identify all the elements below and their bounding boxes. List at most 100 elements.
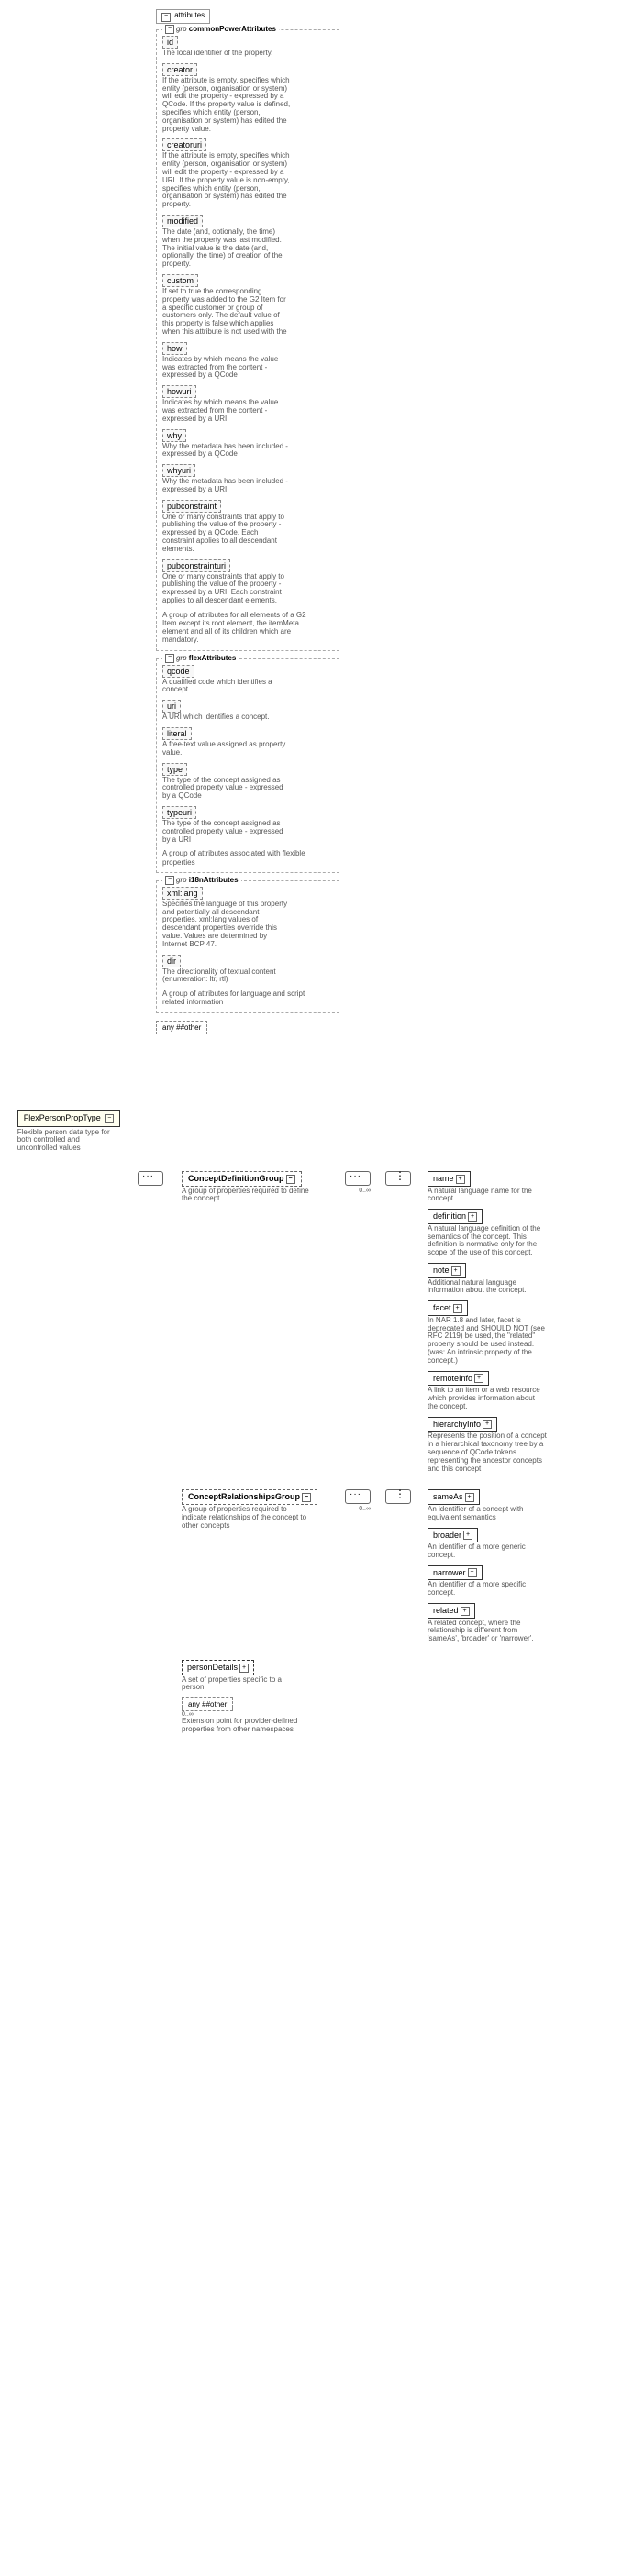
model-group-ref: ConceptRelationshipsGroup− <box>182 1489 317 1505</box>
group-prefix: grp <box>176 876 187 884</box>
attribute-item: idThe local identifier of the property. <box>162 36 333 58</box>
attribute-name: pubconstrainturi <box>162 559 230 572</box>
attribute-desc: The directionality of textual content (e… <box>162 968 291 985</box>
attribute-name: creatoruri <box>162 138 206 151</box>
element-name: note+ <box>428 1263 466 1278</box>
element-item: facet+In NAR 1.8 and later, facet is dep… <box>428 1300 547 1365</box>
model-group-desc: A group of properties required to indica… <box>182 1506 310 1530</box>
attribute-desc: The type of the concept assigned as cont… <box>162 820 291 844</box>
element-item: remoteInfo+A link to an item or a web re… <box>428 1371 547 1411</box>
expand-icon[interactable]: + <box>465 1493 474 1502</box>
attribute-desc: A free-text value assigned as property v… <box>162 741 291 757</box>
attribute-group: −grp i18nAttributesxml:langSpecifies the… <box>156 880 339 1013</box>
sequence-connector <box>345 1489 371 1504</box>
element-desc: In NAR 1.8 and later, facet is deprecate… <box>428 1317 547 1365</box>
element-name: definition+ <box>428 1209 483 1224</box>
expand-icon[interactable]: + <box>453 1304 462 1313</box>
expand-icon[interactable]: + <box>461 1607 470 1616</box>
group-prefix: grp <box>176 25 187 33</box>
model-group-ref: ConceptDefinitionGroup− <box>182 1171 302 1187</box>
group-footer: A group of attributes for language and s… <box>162 989 318 1006</box>
element-item: note+Additional natural language informa… <box>428 1263 547 1295</box>
expand-icon[interactable]: + <box>468 1568 477 1577</box>
expand-icon[interactable]: + <box>468 1212 477 1222</box>
attribute-item: howuriIndicates by which means the value… <box>162 385 333 423</box>
attribute-name: uri <box>162 700 181 713</box>
element-name: remoteInfo+ <box>428 1371 489 1387</box>
attribute-name: type <box>162 763 187 776</box>
attribute-name: howuri <box>162 385 196 398</box>
expand-icon[interactable]: + <box>474 1374 483 1383</box>
expand-icon[interactable]: − <box>286 1175 295 1184</box>
element-name: broader+ <box>428 1528 478 1543</box>
expand-icon[interactable]: − <box>105 1114 114 1123</box>
element-name: personDetails+ <box>182 1660 254 1675</box>
expand-icon[interactable]: + <box>483 1420 492 1429</box>
attribute-desc: The date (and, optionally, the time) whe… <box>162 228 291 269</box>
sequence-connector <box>345 1171 371 1186</box>
root-type-box: FlexPersonPropType − <box>17 1110 121 1127</box>
element-desc: A natural language name for the concept. <box>428 1188 547 1204</box>
root-type: FlexPersonPropType − Flexible person dat… <box>17 1110 121 1153</box>
attribute-item: modifiedThe date (and, optionally, the t… <box>162 215 333 269</box>
element-name: hierarchyInfo+ <box>428 1417 497 1432</box>
attribute-item: literalA free-text value assigned as pro… <box>162 727 333 757</box>
occurrence: 0..∞ <box>345 1188 371 1194</box>
occurrence: 0..∞ <box>345 1506 371 1512</box>
group-name: flexAttributes <box>189 654 237 662</box>
root-type-desc: Flexible person data type for both contr… <box>17 1129 118 1153</box>
attribute-desc: Why the metadata has been included - exp… <box>162 443 291 459</box>
expand-icon[interactable]: + <box>463 1531 472 1540</box>
element-item: related+A related concept, where the rel… <box>428 1603 547 1643</box>
attribute-item: howIndicates by which means the value wa… <box>162 342 333 380</box>
minus-icon: − <box>165 876 174 885</box>
minus-icon: − <box>161 13 171 22</box>
choice-connector <box>385 1171 411 1186</box>
element-name: facet+ <box>428 1300 468 1316</box>
attribute-name: whyuri <box>162 464 195 477</box>
minus-icon: − <box>165 654 174 663</box>
attribute-name: id <box>162 36 178 49</box>
attribute-item: creatorIf the attribute is empty, specif… <box>162 63 333 134</box>
expand-icon[interactable]: + <box>451 1266 461 1276</box>
attribute-name: xml:lang <box>162 887 203 900</box>
expand-icon[interactable]: + <box>239 1664 249 1673</box>
element-desc: Represents the position of a concept in … <box>428 1432 547 1473</box>
attribute-group: −grp flexAttributesqcodeA qualified code… <box>156 658 339 873</box>
attribute-desc: One or many constraints that apply to pu… <box>162 573 291 605</box>
element-name: narrower+ <box>428 1565 483 1581</box>
attribute-name: pubconstraint <box>162 500 221 513</box>
attribute-name: typeuri <box>162 806 196 819</box>
attribute-item: whyWhy the metadata has been included - … <box>162 429 333 459</box>
sequence-connector <box>138 1171 163 1186</box>
group-name: commonPowerAttributes <box>189 25 276 33</box>
attribute-desc: One or many constraints that apply to pu… <box>162 514 291 554</box>
element-desc: An identifier of a concept with equivale… <box>428 1506 547 1522</box>
attribute-name: why <box>162 429 186 442</box>
attribute-item: whyuriWhy the metadata has been included… <box>162 464 333 494</box>
expand-icon[interactable]: + <box>456 1175 465 1184</box>
attribute-name: how <box>162 342 187 355</box>
group-footer: A group of attributes associated with fl… <box>162 849 318 866</box>
element-desc: Extension point for provider-defined pro… <box>182 1718 301 1734</box>
element-desc: A natural language definition of the sem… <box>428 1225 547 1257</box>
attribute-desc: If the attribute is empty, specifies whi… <box>162 77 291 134</box>
expand-icon[interactable]: − <box>302 1493 311 1502</box>
attribute-desc: A qualified code which identifies a conc… <box>162 679 291 695</box>
element-name: name+ <box>428 1171 471 1187</box>
element-item: hierarchyInfo+Represents the position of… <box>428 1417 547 1474</box>
root-type-name: FlexPersonPropType <box>24 1113 101 1122</box>
attribute-item: typeThe type of the concept assigned as … <box>162 763 333 801</box>
element-desc: A set of properties specific to a person <box>182 1676 301 1693</box>
attribute-name: qcode <box>162 665 194 678</box>
element-desc: An identifier of a more generic concept. <box>428 1543 547 1560</box>
element-item: sameAs+An identifier of a concept with e… <box>428 1489 547 1521</box>
attribute-item: customIf set to true the corresponding p… <box>162 274 333 337</box>
choice-connector <box>385 1489 411 1504</box>
attribute-item: typeuriThe type of the concept assigned … <box>162 806 333 844</box>
attribute-desc: If the attribute is empty, specifies whi… <box>162 152 291 209</box>
any-wildcard-attr: any ##other <box>156 1021 207 1034</box>
element-item: personDetails+A set of properties specif… <box>182 1660 547 1692</box>
element-item: definition+A natural language definition… <box>428 1209 547 1257</box>
any-element: any ##other0..∞Extension point for provi… <box>182 1697 547 1734</box>
